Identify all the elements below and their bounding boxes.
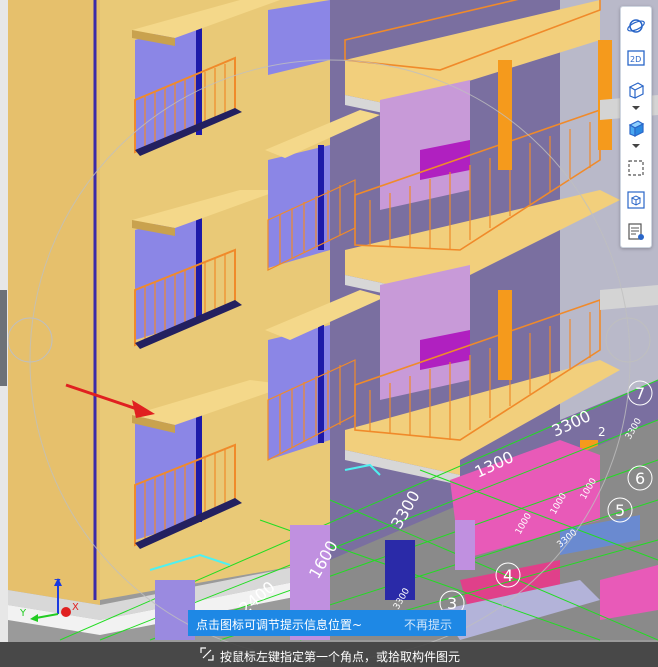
tip-banner[interactable]: 点击图标可调节提示信息位置~ 不再提示 xyxy=(188,610,466,636)
status-prompt: 按鼠标左键指定第一个角点，或拾取构件图元 xyxy=(220,650,461,664)
grid-label: 4 xyxy=(503,566,513,585)
3d-viewport[interactable]: 1300 3300 3300 1600 2400 1000 1000 1000 … xyxy=(0,0,658,667)
view-toolbar: 2D xyxy=(620,6,652,248)
main-wall xyxy=(8,0,100,605)
svg-text:2D: 2D xyxy=(630,55,641,64)
solid-box-icon xyxy=(628,120,645,137)
status-bar: 按鼠标左键指定第一个角点，或拾取构件图元 xyxy=(0,642,658,667)
wireframe-box-icon xyxy=(628,82,645,99)
frame-select-button[interactable] xyxy=(624,157,648,179)
orbit-button[interactable] xyxy=(624,15,648,37)
2d-view-button[interactable]: 2D xyxy=(624,47,648,69)
view-cube-button[interactable] xyxy=(624,189,648,211)
building-model-view: 1300 3300 3300 1600 2400 1000 1000 1000 … xyxy=(0,0,658,667)
solid-view-button[interactable] xyxy=(624,117,648,139)
grid-label: 6 xyxy=(635,469,645,488)
axis-indicator: Z Y X xyxy=(19,578,79,622)
panel-collapse-handle[interactable] xyxy=(0,290,7,386)
grid-label: 2 xyxy=(598,425,606,439)
dismiss-tip-link[interactable]: 不再提示 xyxy=(404,616,452,633)
chevron-down-icon[interactable] xyxy=(631,105,641,111)
tip-text: 点击图标可调节提示信息位置~ xyxy=(196,618,363,632)
grid-label: 5 xyxy=(615,501,625,520)
corner-select-icon xyxy=(200,647,214,661)
axis-z-label: Z xyxy=(54,578,61,589)
properties-panel-icon xyxy=(628,223,644,240)
wireframe-view-button[interactable] xyxy=(624,79,648,101)
axis-x-label: X xyxy=(72,602,79,613)
cube-in-box-icon xyxy=(627,191,645,209)
grid-label: 7 xyxy=(635,384,645,403)
frame-select-icon xyxy=(628,160,644,176)
orbit-icon xyxy=(627,19,645,33)
axis-y-label: Y xyxy=(19,608,27,619)
2d-view-icon: 2D xyxy=(627,50,645,66)
properties-button[interactable] xyxy=(624,221,648,243)
chevron-down-icon[interactable] xyxy=(631,143,641,149)
